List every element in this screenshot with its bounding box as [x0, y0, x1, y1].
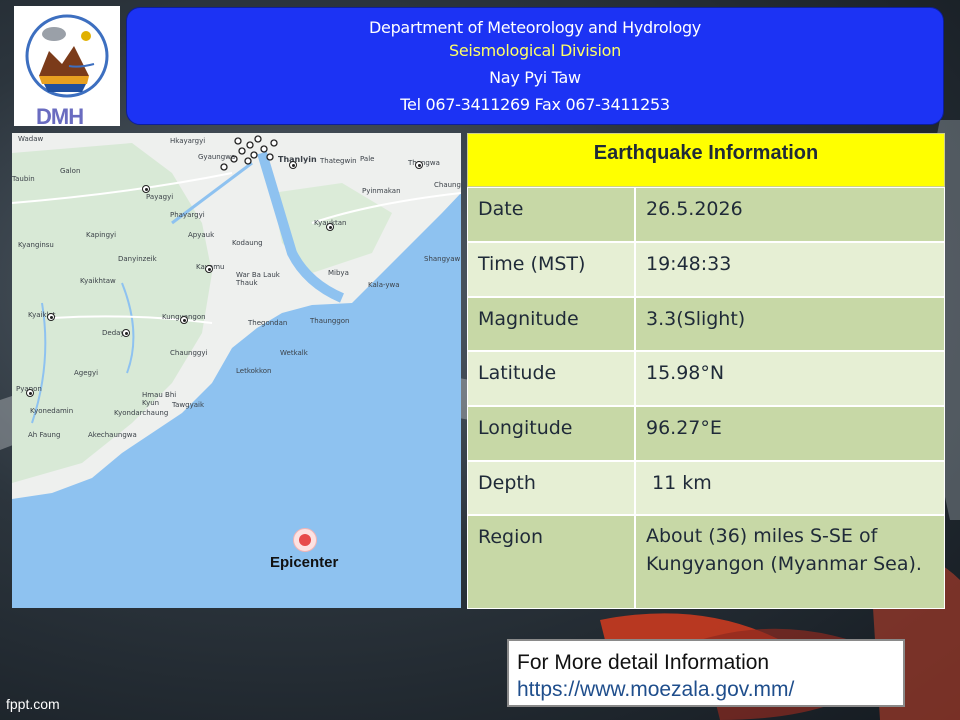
info-row-magnitude: Magnitude 3.3(Slight)	[467, 297, 945, 351]
place-label: Apyauk	[188, 231, 215, 239]
place-label: Akechaungwa	[88, 431, 137, 439]
info-title: Earthquake Information	[467, 133, 945, 187]
town-marker-icon	[122, 329, 130, 337]
place-label: Pyinmakan	[362, 187, 401, 195]
place-label: War Ba Lauk Thauk	[236, 271, 280, 287]
place-label: Hkayargyi	[170, 137, 206, 145]
place-label: Ah Faung	[28, 431, 61, 439]
town-marker-icon	[326, 223, 334, 231]
logo-text: DMH	[36, 104, 84, 129]
row-value: 15.98°N	[635, 351, 945, 406]
row-label: Depth	[467, 461, 635, 515]
place-label: Pale	[360, 155, 375, 163]
place-label: Kyanginsu	[18, 241, 54, 249]
town-marker-icon	[205, 265, 213, 273]
place-label: Kyaikhtaw	[80, 277, 116, 285]
row-label: Latitude	[467, 351, 635, 406]
place-label: Mibya	[328, 269, 349, 277]
more-info-link[interactable]: https://www.moezala.gov.mm/	[517, 676, 895, 703]
row-label: Date	[467, 187, 635, 242]
info-row-region: Region About (36) miles S-SE of Kungyang…	[467, 515, 945, 609]
row-label: Longitude	[467, 406, 635, 461]
row-value: 3.3(Slight)	[635, 297, 945, 351]
place-label: Galon	[60, 167, 81, 175]
place-label: Taubin	[12, 175, 35, 183]
place-label: Thongwa	[408, 159, 440, 167]
info-row-depth: Depth 11 km	[467, 461, 945, 515]
town-marker-icon	[289, 161, 297, 169]
info-row-time: Time (MST) 19:48:33	[467, 242, 945, 297]
division-name: Seismological Division	[449, 41, 621, 60]
place-label: Kapingyi	[86, 231, 117, 239]
place-label: Gyaungwa	[198, 153, 236, 161]
template-credit: fppt.com	[6, 696, 60, 712]
row-value: 19:48:33	[635, 242, 945, 297]
town-marker-icon	[180, 316, 188, 324]
place-label: Letkokkon	[236, 367, 272, 375]
place-label: Thaunggon	[310, 317, 350, 325]
place-label: Wadaw	[18, 135, 44, 143]
epicenter-marker-icon[interactable]	[293, 528, 317, 552]
more-info-box: For More detail Information https://www.…	[507, 639, 905, 707]
info-row-longitude: Longitude 96.27°E	[467, 406, 945, 461]
place-label: Thegondan	[248, 319, 288, 327]
place-label: Thategwin	[320, 157, 357, 165]
department-name: Department of Meteorology and Hydrology	[369, 18, 701, 37]
place-label: Payagyi	[146, 193, 174, 201]
place-label: Kodaung	[232, 239, 263, 247]
place-label: Wetkalk	[280, 349, 308, 357]
place-label: Thanlyin	[278, 155, 317, 164]
place-label: Tawgyaik	[172, 401, 205, 409]
place-label: Kala-ywa	[368, 281, 400, 289]
dmh-logo: DMH	[14, 6, 120, 129]
row-value: 96.27°E	[635, 406, 945, 461]
info-row-date: Date 26.5.2026	[467, 187, 945, 242]
contact-info: Tel 067-3411269 Fax 067-3411253	[400, 95, 670, 114]
place-label: Phayargyi	[170, 211, 205, 219]
row-label: Magnitude	[467, 297, 635, 351]
town-marker-icon	[47, 313, 55, 321]
row-value: 26.5.2026	[635, 187, 945, 242]
info-row-latitude: Latitude 15.98°N	[467, 351, 945, 406]
town-marker-icon	[26, 389, 34, 397]
place-label: Danyinzeik	[118, 255, 157, 263]
town-marker-icon	[415, 161, 423, 169]
place-label: Chaunggyi	[170, 349, 208, 357]
city-name: Nay Pyi Taw	[489, 68, 581, 87]
epicenter-map[interactable]: Wadaw Hkayargyi Gyaungwa Thanlyin Thateg…	[12, 133, 461, 608]
place-label: Kyonedamin	[30, 407, 74, 415]
row-value: 11 km	[635, 461, 945, 515]
row-value: About (36) miles S-SE of Kungyangon (Mya…	[635, 515, 945, 609]
place-label: Kyondarchaung	[114, 409, 169, 417]
epicenter-label: Epicenter	[270, 554, 339, 571]
header-banner: Department of Meteorology and Hydrology …	[126, 7, 944, 125]
row-label: Region	[467, 515, 635, 609]
place-label: Agegyi	[74, 369, 99, 377]
more-info-label: For More detail Information	[517, 651, 770, 674]
town-marker-icon	[142, 185, 150, 193]
place-label: Chaungwa	[434, 181, 461, 189]
place-label: Shangyaw	[424, 255, 461, 263]
row-label: Time (MST)	[467, 242, 635, 297]
